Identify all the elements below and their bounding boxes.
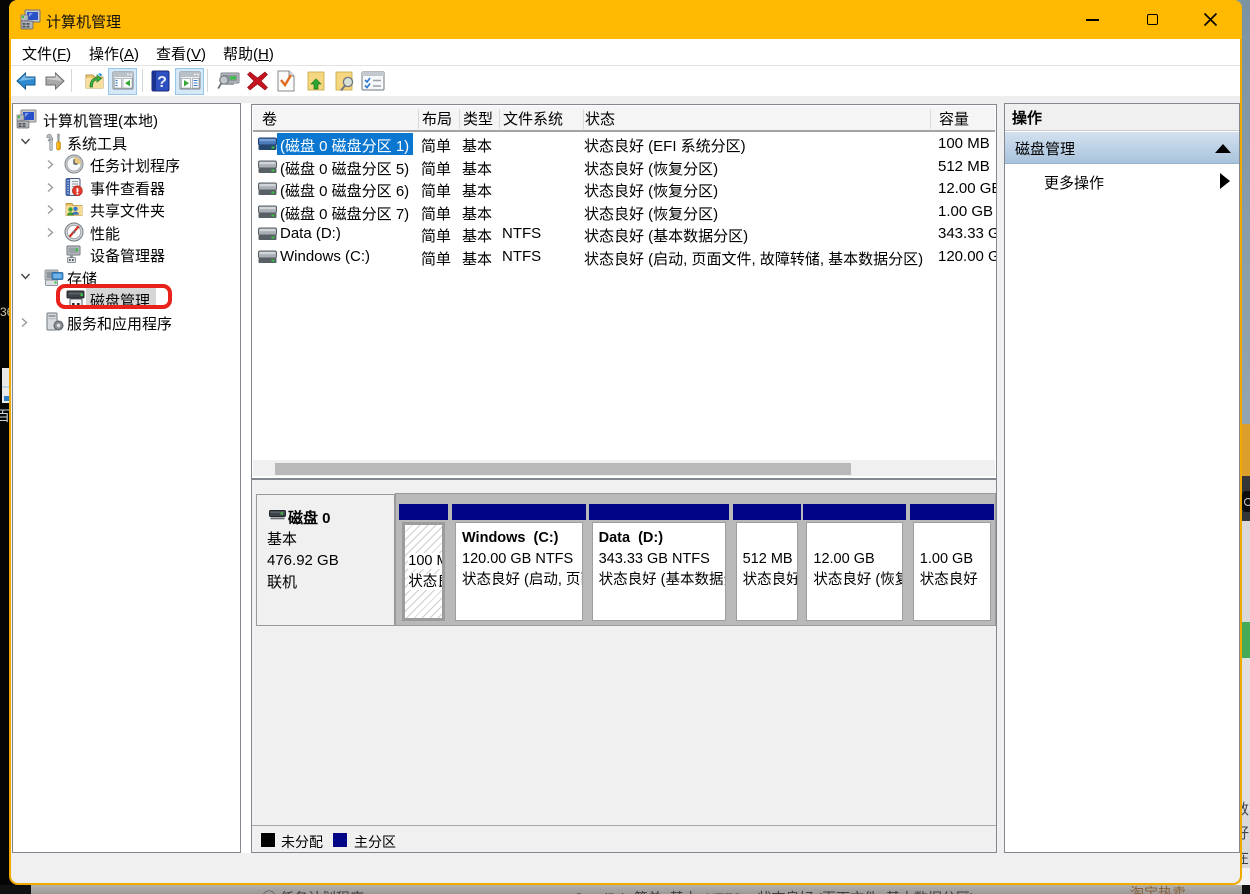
- svg-text:?: ?: [157, 74, 167, 91]
